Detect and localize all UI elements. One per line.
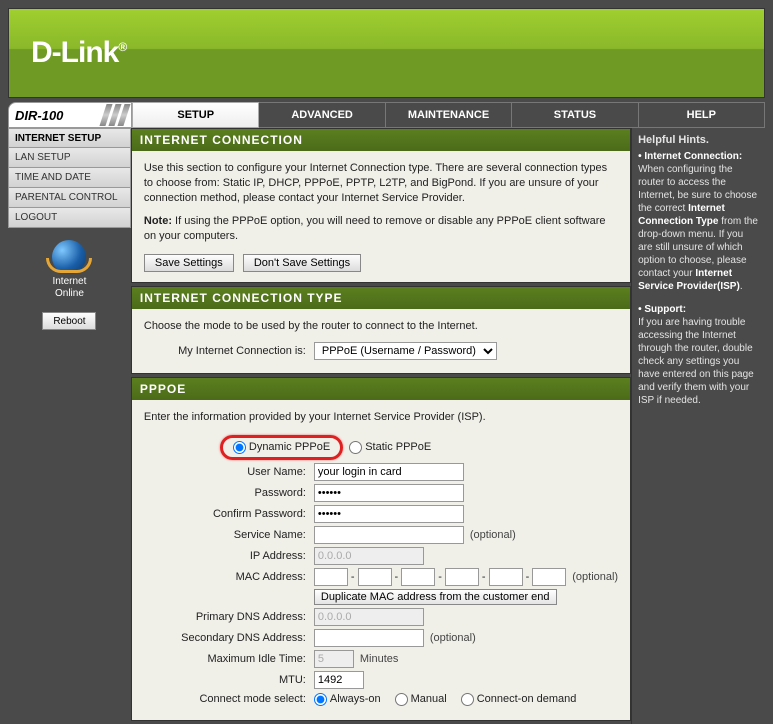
connection-note: Note: If using the PPPoE option, you wil… (144, 214, 618, 244)
tab-status[interactable]: STATUS (512, 102, 638, 128)
panel-title-pppoe: PPPOE (132, 378, 630, 400)
ip-input (314, 547, 424, 565)
panel-title-conn-type: INTERNET CONNECTION TYPE (132, 287, 630, 309)
main-tabs: SETUP ADVANCED MAINTENANCE STATUS HELP (132, 102, 765, 128)
save-settings-button[interactable]: Save Settings (144, 254, 234, 272)
mac-seg-4[interactable] (445, 568, 479, 586)
service-name-input[interactable] (314, 526, 464, 544)
username-input[interactable] (314, 463, 464, 481)
reboot-button[interactable]: Reboot (42, 312, 96, 330)
mac-seg-2[interactable] (358, 568, 392, 586)
dynamic-pppoe-highlight: Dynamic PPPoE (220, 435, 343, 460)
pdns-label: Primary DNS Address: (144, 610, 314, 625)
ip-label: IP Address: (144, 549, 314, 564)
tab-maintenance[interactable]: MAINTENANCE (386, 102, 512, 128)
optional-text: (optional) (430, 631, 476, 646)
mtu-label: MTU: (144, 673, 314, 688)
sidebar-item-time-date[interactable]: TIME AND DATE (8, 168, 131, 188)
tab-setup[interactable]: SETUP (132, 102, 259, 128)
mac-seg-5[interactable] (489, 568, 523, 586)
idle-label: Maximum Idle Time: (144, 652, 314, 667)
radio-dynamic-pppoe[interactable] (233, 441, 246, 454)
mac-label: MAC Address: (144, 570, 314, 585)
duplicate-mac-button[interactable]: Duplicate MAC address from the customer … (314, 589, 557, 605)
optional-text: (optional) (470, 528, 516, 543)
radio-static-pppoe[interactable] (349, 441, 362, 454)
password-input[interactable] (314, 484, 464, 502)
pppoe-intro: Enter the information provided by your I… (144, 410, 618, 425)
mac-seg-1[interactable] (314, 568, 348, 586)
pdns-input (314, 608, 424, 626)
mtu-input[interactable] (314, 671, 364, 689)
password-label: Password: (144, 486, 314, 501)
mac-seg-6[interactable] (532, 568, 566, 586)
sidebar: INTERNET SETUP LAN SETUP TIME AND DATE P… (8, 128, 131, 724)
tab-help[interactable]: HELP (639, 102, 765, 128)
idle-unit: Minutes (360, 652, 399, 667)
sdns-input[interactable] (314, 629, 424, 647)
sdns-label: Secondary DNS Address: (144, 631, 314, 646)
connection-status: Internet Online (8, 240, 131, 300)
optional-text: (optional) (572, 570, 618, 585)
brand-banner: D-Link® (8, 8, 765, 98)
confirm-password-input[interactable] (314, 505, 464, 523)
conn-type-label: My Internet Connection is: (144, 344, 314, 359)
sidebar-item-logout[interactable]: LOGOUT (8, 208, 131, 228)
dont-save-button[interactable]: Don't Save Settings (243, 254, 361, 272)
conn-type-description: Choose the mode to be used by the router… (144, 319, 618, 334)
sidebar-item-parental[interactable]: PARENTAL CONTROL (8, 188, 131, 208)
helpful-hints: Helpful Hints. • Internet Connection: Wh… (631, 128, 765, 724)
idle-input (314, 650, 354, 668)
confirm-password-label: Confirm Password: (144, 507, 314, 522)
connection-description: Use this section to configure your Inter… (144, 161, 618, 206)
service-name-label: Service Name: (144, 528, 314, 543)
main-content: INTERNET CONNECTION Use this section to … (131, 128, 631, 724)
hints-title: Helpful Hints. (638, 128, 759, 150)
tab-advanced[interactable]: ADVANCED (259, 102, 385, 128)
brand-logo: D-Link® (31, 36, 126, 70)
mac-seg-3[interactable] (401, 568, 435, 586)
model-label: DIR-100 (8, 102, 132, 128)
sidebar-item-lan-setup[interactable]: LAN SETUP (8, 148, 131, 168)
sidebar-item-internet-setup[interactable]: INTERNET SETUP (8, 128, 131, 148)
username-label: User Name: (144, 465, 314, 480)
panel-title-connection: INTERNET CONNECTION (132, 129, 630, 151)
conn-type-select[interactable]: PPPoE (Username / Password) (314, 342, 497, 360)
globe-icon (52, 240, 86, 274)
